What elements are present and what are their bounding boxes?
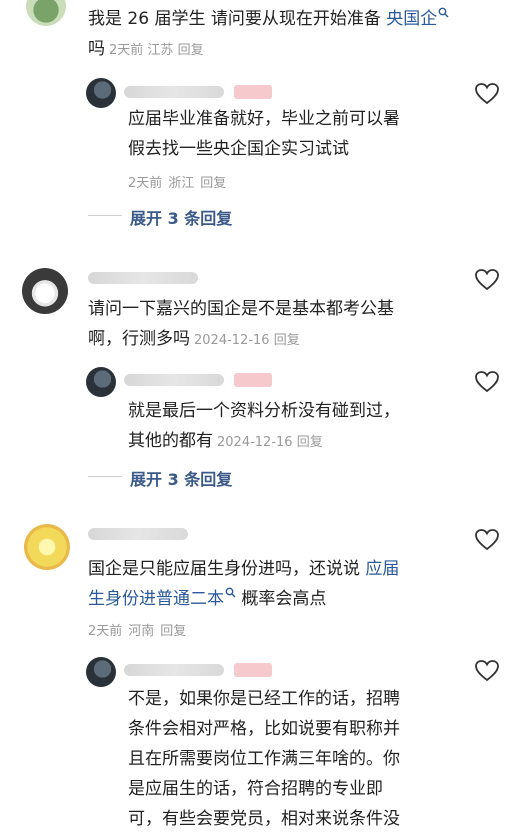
replier-name[interactable] bbox=[124, 664, 224, 676]
comment-text: 请问一下嘉兴的国企是不是基本都考公基 啊，行测多吗 2024-12-16 回复 bbox=[88, 299, 394, 349]
search-icon[interactable] bbox=[438, 7, 449, 18]
author-tag bbox=[234, 663, 272, 677]
search-icon[interactable] bbox=[225, 587, 236, 598]
expand-replies-button[interactable]: 展开 3 条回复 bbox=[130, 466, 232, 490]
reply-button[interactable]: 回复 bbox=[160, 624, 186, 639]
divider bbox=[88, 215, 122, 216]
reply-button[interactable]: 回复 bbox=[178, 43, 204, 58]
replier-avatar[interactable] bbox=[86, 657, 116, 687]
reply-time: 2天前 bbox=[128, 176, 163, 191]
heart-icon[interactable] bbox=[474, 370, 500, 394]
commenter-avatar[interactable] bbox=[22, 268, 68, 314]
reply-text: 就是最后一个资料分析没有碰到过， 其他的都有 2024-12-16 回复 bbox=[128, 401, 400, 451]
commenter-avatar[interactable] bbox=[26, 0, 66, 26]
reply-location: 浙江 bbox=[168, 176, 195, 191]
comment-link[interactable]: 央国企 bbox=[386, 9, 437, 29]
expand-replies-button[interactable]: 展开 3 条回复 bbox=[130, 205, 232, 229]
comment-time: 2天前 bbox=[109, 43, 144, 58]
reply-button[interactable]: 回复 bbox=[274, 333, 300, 348]
divider bbox=[88, 476, 122, 477]
comment-text: 我是 26 届学生 请问要从现在开始准备 央国企 吗 2天前 江苏 回复 bbox=[88, 4, 468, 66]
heart-icon[interactable] bbox=[474, 82, 500, 106]
comment-text: 国企是只能应届生身份进吗，还说说 应届 生身份进普通二本 概率会高点 bbox=[88, 559, 400, 609]
author-tag bbox=[234, 373, 272, 387]
commenter-avatar[interactable] bbox=[24, 524, 70, 570]
reply-button[interactable]: 回复 bbox=[297, 435, 323, 450]
replier-name[interactable] bbox=[124, 374, 224, 386]
comment-location: 江苏 bbox=[147, 43, 174, 58]
heart-icon[interactable] bbox=[474, 528, 500, 552]
reply-text: 应届毕业准备就好，毕业之前可以暑 假去找一些央企国企实习试试 bbox=[128, 109, 400, 159]
comment-link[interactable]: 应届 bbox=[365, 559, 399, 579]
comment-location: 河南 bbox=[128, 624, 155, 639]
comment-meta: 2天前 河南 回复 bbox=[88, 620, 192, 639]
comment-time: 2024-12-16 bbox=[194, 333, 270, 348]
commenter-name[interactable] bbox=[88, 528, 188, 540]
reply-text: 不是，如果你是已经工作的话，招聘 条件会相对严格，比如说要有职称并 且在所需要岗… bbox=[128, 689, 400, 829]
replier-avatar[interactable] bbox=[86, 367, 116, 397]
heart-icon[interactable] bbox=[474, 659, 500, 683]
replier-name[interactable] bbox=[124, 86, 224, 98]
reply-time: 2024-12-16 bbox=[217, 435, 293, 450]
heart-icon[interactable] bbox=[474, 268, 500, 292]
author-tag bbox=[234, 85, 272, 99]
comment-time: 2天前 bbox=[88, 624, 123, 639]
commenter-name[interactable] bbox=[88, 272, 198, 284]
replier-avatar[interactable] bbox=[86, 78, 116, 108]
reply-button[interactable]: 回复 bbox=[200, 176, 226, 191]
comment-link[interactable]: 生身份进普通二本 bbox=[88, 589, 224, 609]
reply-meta: 2天前 浙江 回复 bbox=[128, 172, 232, 191]
